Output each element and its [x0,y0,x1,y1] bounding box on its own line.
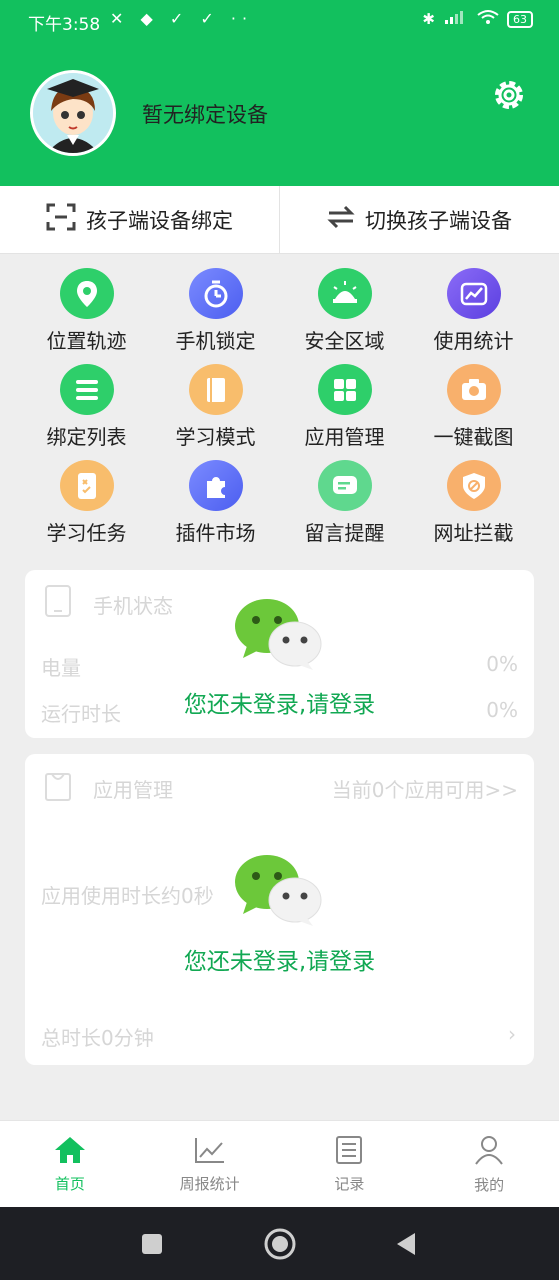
battery-value: 0% [486,652,518,676]
scan-icon [46,203,76,236]
battery-label: 电量 [41,656,81,680]
feature-screenshot[interactable]: 一键截图 [409,364,538,450]
book-icon [188,364,243,415]
avatar[interactable] [30,70,116,156]
app-management-card[interactable]: 应用管理 当前0个应用可用>> 应用使用时长约0秒 您还未登录,请登录 总时长0… [25,754,534,1065]
camera-icon [446,364,501,415]
feature-label: 学习模式 [175,425,256,449]
app-grid-icon [317,364,372,415]
home-icon [53,1135,87,1169]
location-pin-icon [59,268,114,319]
feature-usage-stats[interactable]: 使用统计 [409,268,538,354]
bind-child-device-button[interactable]: 孩子端设备绑定 [0,186,280,253]
system-nav-bar [0,1207,559,1280]
apps-available-link[interactable]: 当前0个应用可用>> [332,774,518,803]
bag-outline-icon [43,768,73,807]
bottom-tab-bar: 首页 周报统计 记录 我的 [0,1120,559,1207]
home-button-icon[interactable] [263,1227,297,1265]
back-button-icon[interactable] [393,1231,419,1261]
feature-label: 应用管理 [304,425,385,449]
record-doc-icon [334,1135,364,1169]
feature-study-mode[interactable]: 学习模式 [151,364,280,450]
signal-icon [443,9,469,29]
feature-label: 绑定列表 [46,425,127,449]
task-note-icon [59,460,114,511]
tab-weekly-stats[interactable]: 周报统计 [140,1121,280,1207]
feature-study-task[interactable]: 学习任务 [22,460,151,546]
puzzle-icon [188,460,243,511]
tab-label: 我的 [474,1175,505,1194]
phone-status-card[interactable]: 手机状态 电量 0% 运行时长 0% 您还未登录,请登录 [25,570,534,738]
feature-bind-list[interactable]: 绑定列表 [22,364,151,450]
tab-records[interactable]: 记录 [280,1121,420,1207]
total-duration: 总时长0分钟 [41,1026,154,1050]
feature-label: 学习任务 [46,521,127,545]
login-prompt[interactable]: 您还未登录,请登录 [25,685,534,719]
feature-label: 留言提醒 [304,521,385,545]
swap-arrows-icon [327,205,355,234]
status-time: 下午3:58 [28,15,101,35]
wechat-logo-icon [233,596,323,672]
notification-icons: ✕ ◆ ✓ ✓ ·· [110,9,254,28]
app-usage-duration: 应用使用时长约0秒 [41,884,214,908]
battery-icon: 63 [507,10,533,28]
feature-label: 使用统计 [433,329,514,353]
user-icon [473,1134,505,1170]
feature-plugin-market[interactable]: 插件市场 [151,460,280,546]
app-management-title: 应用管理 [93,778,173,802]
feature-label: 手机锁定 [175,329,256,353]
feature-grid: 位置轨迹 手机锁定 安全区域 使用统计 绑定列表 学习模式 应用管理 一键截图 … [22,268,538,546]
tab-home[interactable]: 首页 [0,1121,140,1207]
feature-label: 插件市场 [175,521,256,545]
switch-child-device-button[interactable]: 切换孩子端设备 [280,186,559,253]
status-right-icons: ✱ 63 [422,9,533,29]
feature-phone-lock[interactable]: 手机锁定 [151,268,280,354]
feature-label: 一键截图 [433,425,514,449]
device-title: 暂无绑定设备 [142,103,268,127]
chevron-right-icon: › [508,1022,516,1046]
feature-label: 网址拦截 [433,521,514,545]
feature-safe-area[interactable]: 安全区域 [280,268,409,354]
bind-bar: 孩子端设备绑定 切换孩子端设备 [0,186,559,254]
bind-child-device-label: 孩子端设备绑定 [86,208,233,233]
app-header: 下午3:58 ✕ ◆ ✓ ✓ ·· ✱ 63 暂无绑定设备 [0,0,559,186]
feature-message-reminder[interactable]: 留言提醒 [280,460,409,546]
radar-icon [317,268,372,319]
tab-label: 首页 [54,1174,85,1193]
tab-label: 周报统计 [179,1174,240,1193]
tab-mine[interactable]: 我的 [419,1121,559,1207]
block-shield-icon [446,460,501,511]
feature-label: 位置轨迹 [46,329,127,353]
feature-app-management[interactable]: 应用管理 [280,364,409,450]
phone-status-title: 手机状态 [93,594,173,618]
feature-url-block[interactable]: 网址拦截 [409,460,538,546]
tab-label: 记录 [334,1174,365,1193]
line-chart-icon [193,1135,227,1169]
feature-label: 安全区域 [304,329,385,353]
trend-chart-icon [446,268,501,319]
message-icon [317,460,372,511]
wifi-icon [477,9,499,29]
status-bar: 下午3:58 ✕ ◆ ✓ ✓ ·· ✱ 63 [0,0,559,42]
timer-icon [188,268,243,319]
login-prompt[interactable]: 您还未登录,请登录 [25,942,534,976]
wechat-logo-icon [233,852,323,928]
bluetooth-icon: ✱ [422,10,435,28]
list-icon [59,364,114,415]
phone-outline-icon [43,584,73,623]
switch-child-device-label: 切换孩子端设备 [365,208,512,233]
feature-location-track[interactable]: 位置轨迹 [22,268,151,354]
settings-gear-icon[interactable] [490,76,528,114]
recents-button-icon[interactable] [140,1232,164,1260]
